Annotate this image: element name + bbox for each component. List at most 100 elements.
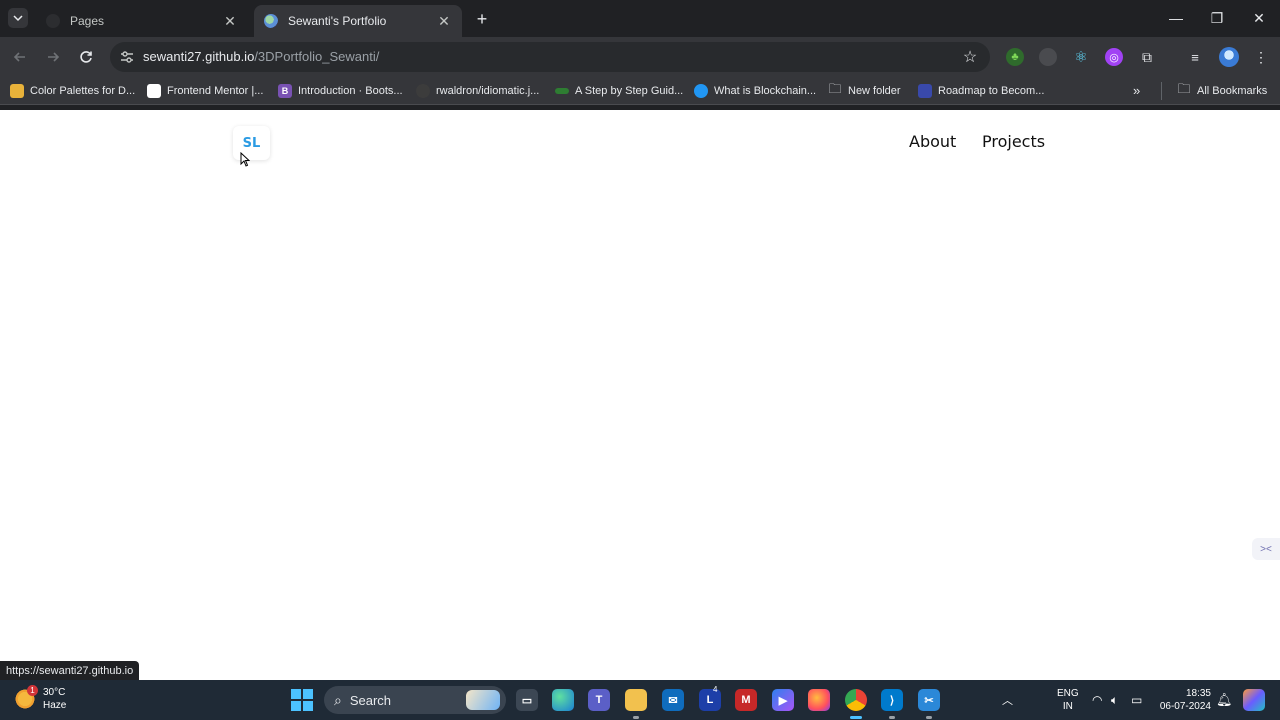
language-line1: ENG — [1057, 688, 1079, 699]
bookmark-favicon-icon — [918, 84, 932, 98]
bookmark-folder[interactable]: 🗀 New folder — [828, 81, 900, 99]
firefox-icon[interactable] — [808, 689, 830, 711]
bookmark-label: What is Blockchain... — [714, 85, 817, 97]
github-icon — [416, 84, 430, 98]
status-bar-url: https://sewanti27.github.io — [0, 661, 140, 680]
close-icon[interactable]: ✕ — [436, 13, 452, 29]
site-logo[interactable]: SL — [233, 126, 270, 160]
extension-purple-icon[interactable]: ◎ — [1105, 48, 1123, 66]
nav-link-projects[interactable]: Projects — [982, 132, 1045, 151]
side-panel-toggle-icon[interactable]: >< — [1252, 538, 1280, 560]
reload-button[interactable] — [76, 47, 96, 67]
task-view-icon[interactable]: ▭ — [516, 689, 538, 711]
media-player-icon[interactable]: ▶ — [772, 689, 794, 711]
back-button[interactable] — [10, 47, 30, 67]
mouse-cursor-icon — [240, 152, 250, 167]
app-badge-count: 4 — [713, 685, 718, 694]
profile-avatar[interactable] — [1219, 47, 1239, 67]
tab-sewantis-portfolio[interactable]: Sewanti's Portfolio ✕ — [254, 5, 462, 37]
mcafee-icon[interactable]: M — [735, 689, 757, 711]
browser-toolbar: sewanti27.github.io/3DPortfolio_Sewanti/… — [0, 37, 1280, 77]
extension-tree-icon[interactable]: ♣ — [1006, 48, 1024, 66]
l-app-icon[interactable]: L — [699, 689, 721, 711]
window-close-button[interactable]: ✕ — [1249, 8, 1269, 28]
vscode-icon[interactable]: ⟩ — [881, 689, 903, 711]
bootstrap-icon: B — [278, 84, 292, 98]
extension-grey-icon[interactable] — [1039, 48, 1057, 66]
weather-widget[interactable]: 1 30°C Haze — [14, 685, 67, 712]
bookmark-label: Frontend Mentor |... — [167, 85, 264, 97]
taskbar-search-box[interactable]: ⌕ Search — [324, 686, 506, 714]
url-host: sewanti27.github.io — [143, 49, 255, 64]
clock-time: 18:35 — [1185, 688, 1211, 699]
extensions-puzzle-icon[interactable]: ⧉ — [1138, 48, 1156, 66]
weather-condition: Haze — [43, 700, 67, 711]
bookmark-label: A Step by Step Guid... — [575, 85, 684, 97]
tab-strip: Pages ✕ Sewanti's Portfolio ✕ + — ❐ ✕ — [0, 0, 1280, 37]
all-bookmarks-label: All Bookmarks — [1197, 85, 1268, 97]
site-info-icon[interactable] — [118, 48, 136, 66]
bookmark-label: rwaldron/idiomatic.j... — [436, 85, 540, 97]
edge-browser-icon[interactable] — [552, 689, 574, 711]
windows-taskbar: 1 30°C Haze ⌕ Search ▭ T ✉ L 4 M ▶ ⟩ ✂ ︿… — [0, 680, 1280, 720]
tab-favicon-icon — [46, 14, 60, 28]
bookmark-item[interactable]: rwaldron/idiomatic.j... — [416, 83, 539, 99]
bookmark-label: Roadmap to Becom... — [938, 85, 1045, 97]
forward-button[interactable] — [43, 47, 63, 67]
tab-title: Pages — [70, 14, 105, 28]
weather-sun-icon: 1 — [14, 685, 38, 710]
clock-date: 06-07-2024 — [1159, 701, 1211, 712]
start-windows-icon[interactable] — [291, 689, 313, 711]
kebab-menu-icon[interactable]: ⋮ — [1252, 48, 1270, 66]
page-viewport: SL About Projects >< https://sewanti27.g… — [0, 110, 1280, 680]
running-indicator — [889, 716, 895, 719]
bookmark-favicon-icon — [555, 88, 569, 94]
bookmark-item[interactable]: Color Palettes for D... — [10, 83, 135, 99]
wifi-icon[interactable]: ◠ — [1092, 680, 1102, 720]
battery-icon[interactable]: ▭ — [1131, 680, 1142, 720]
bookmark-item[interactable]: B Introduction · Boots... — [278, 83, 403, 99]
file-explorer-icon[interactable] — [625, 689, 647, 711]
active-indicator — [850, 716, 862, 719]
bookmark-star-icon[interactable]: ☆ — [960, 47, 980, 67]
copilot-icon[interactable] — [1243, 689, 1265, 711]
extension-react-icon[interactable]: ⚛ — [1072, 48, 1090, 66]
tab-pages[interactable]: Pages ✕ — [36, 5, 248, 37]
bookmark-favicon-icon — [694, 84, 708, 98]
volume-icon[interactable]: 🔈︎ — [1111, 680, 1118, 720]
reading-list-icon[interactable]: ≡ — [1186, 48, 1204, 66]
notification-bell-icon[interactable]: 🔔︎ — [1216, 680, 1233, 720]
bookmarks-divider — [1161, 82, 1162, 100]
tab-title: Sewanti's Portfolio — [288, 14, 387, 28]
restore-button[interactable]: ❐ — [1207, 8, 1227, 28]
tune-icon — [121, 51, 133, 63]
language-line2: IN — [1062, 701, 1073, 712]
bookmark-item[interactable]: Roadmap to Becom... — [918, 83, 1044, 99]
url-path: /3DPortfolio_Sewanti/ — [254, 49, 380, 64]
teams-icon[interactable]: T — [588, 689, 610, 711]
arrow-left-icon — [13, 52, 25, 62]
address-bar[interactable]: sewanti27.github.io/3DPortfolio_Sewanti/… — [110, 42, 990, 72]
chrome-icon[interactable] — [845, 689, 867, 711]
notification-badge: 1 — [27, 685, 38, 696]
bookmark-item[interactable]: Frontend Mentor |... — [147, 83, 263, 99]
minimize-button[interactable]: — — [1166, 8, 1186, 28]
bookmark-favicon-icon — [10, 84, 24, 98]
more-bookmarks-chevron-icon[interactable]: » — [1133, 83, 1140, 98]
nav-link-about[interactable]: About — [909, 132, 956, 151]
bookmark-item[interactable]: A Step by Step Guid... — [555, 83, 683, 99]
bookmark-item[interactable]: What is Blockchain... — [694, 83, 816, 99]
close-icon[interactable]: ✕ — [222, 13, 238, 29]
tab-search-button[interactable] — [8, 8, 28, 28]
tab-favicon-icon — [264, 14, 278, 28]
new-tab-button[interactable]: + — [472, 9, 492, 29]
running-indicator — [633, 716, 639, 719]
system-clock[interactable]: 18:35 06-07-2024 — [1158, 687, 1211, 713]
snipping-tool-icon[interactable]: ✂ — [918, 689, 940, 711]
url-text: sewanti27.github.io/3DPortfolio_Sewanti/ — [143, 49, 379, 64]
mail-icon[interactable]: ✉ — [662, 689, 684, 711]
language-indicator[interactable]: ENG IN — [1057, 687, 1079, 713]
all-bookmarks-button[interactable]: 🗀 All Bookmarks — [1177, 81, 1268, 99]
tray-overflow-chevron-icon[interactable]: ︿ — [1002, 680, 1013, 720]
search-icon: ⌕ — [334, 691, 342, 708]
